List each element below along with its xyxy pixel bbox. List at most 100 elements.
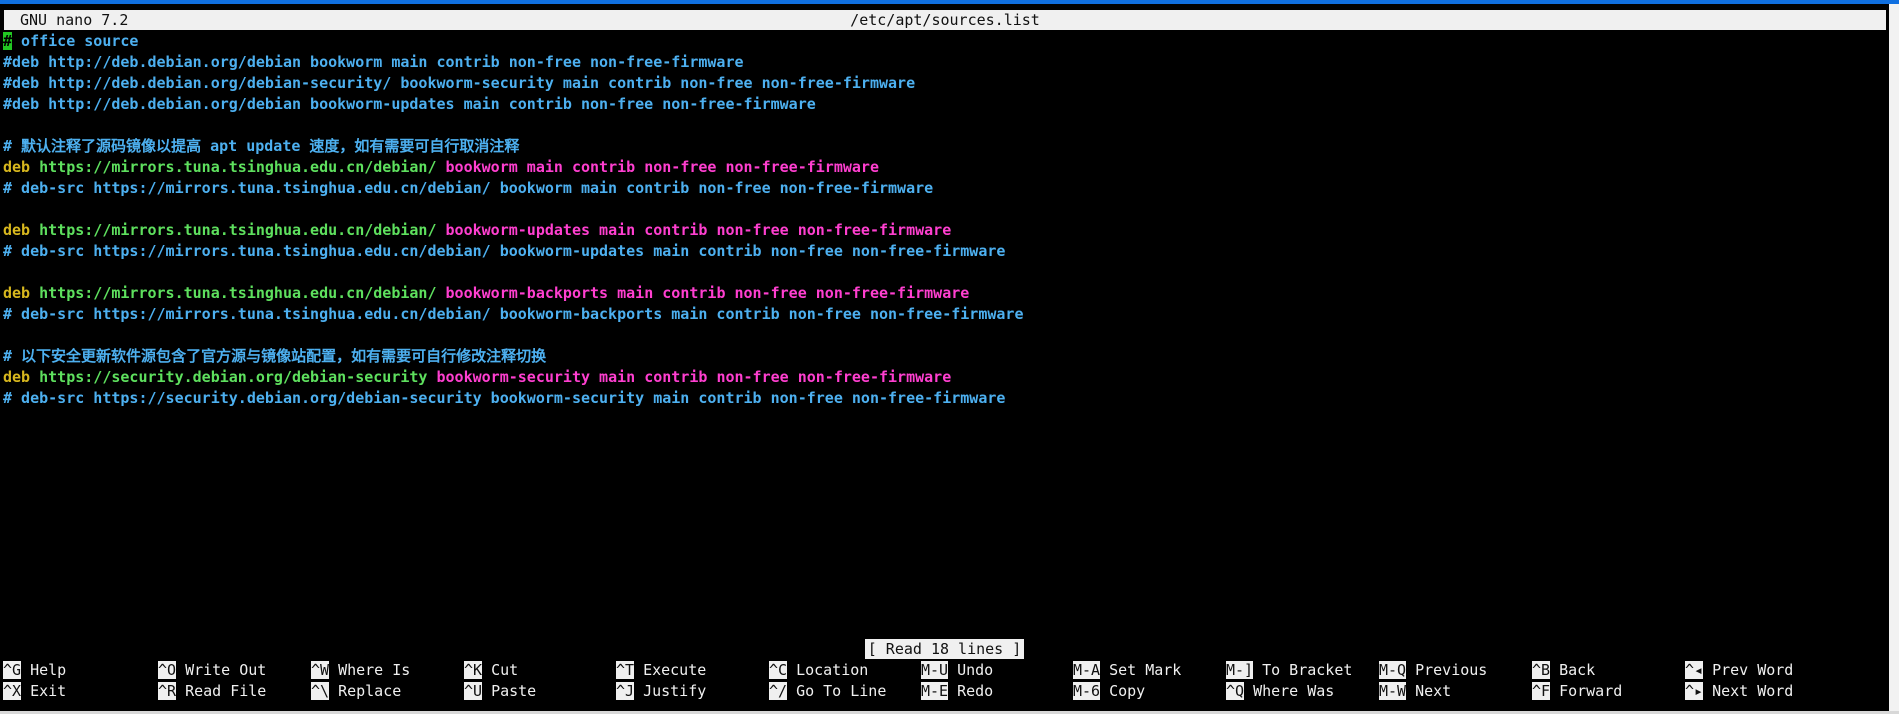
line-segment: bookworm main contrib non-free non-free-… xyxy=(436,158,880,176)
shortcut-previous[interactable]: M-Q Previous xyxy=(1379,660,1487,680)
shortcut-key: ^K xyxy=(464,661,483,679)
shortcut-back[interactable]: ^B Back xyxy=(1532,660,1595,680)
editor-line[interactable]: deb https://security.debian.org/debian-s… xyxy=(3,367,1883,388)
shortcut-label: Location xyxy=(796,661,869,679)
line-segment: #deb http://deb.debian.org/debian bookwo… xyxy=(3,95,816,113)
shortcut-go-to-line[interactable]: ^/ Go To Line xyxy=(769,681,886,701)
shortcut-key: ^\ xyxy=(311,682,330,700)
shortcut-key: M-Q xyxy=(1379,661,1407,679)
shortcut-where-is[interactable]: ^W Where Is xyxy=(311,660,410,680)
line-segment: # deb-src https://mirrors.tuna.tsinghua.… xyxy=(3,179,934,197)
line-segment: deb xyxy=(3,158,31,176)
shortcut-label: Forward xyxy=(1559,682,1623,700)
shortcut-label: Replace xyxy=(338,682,402,700)
shortcut-label: Write Out xyxy=(185,661,267,679)
shortcut-write-out[interactable]: ^O Write Out xyxy=(158,660,266,680)
editor-line[interactable]: # deb-src https://mirrors.tuna.tsinghua.… xyxy=(3,241,1883,262)
file-path: /etc/apt/sources.list xyxy=(850,11,1040,29)
shortcut-exit[interactable]: ^X Exit xyxy=(3,681,66,701)
shortcut-label: Read File xyxy=(185,682,267,700)
shortcut-key: ^/ xyxy=(769,682,788,700)
shortcut-label: Next Word xyxy=(1712,682,1794,700)
editor-line[interactable]: # office source xyxy=(3,31,1883,52)
shortcut-label: Prev Word xyxy=(1712,661,1794,679)
shortcut-to-bracket[interactable]: M-] To Bracket xyxy=(1226,660,1352,680)
shortcut-label: Where Is xyxy=(338,661,411,679)
editor-line[interactable]: # deb-src https://security.debian.org/de… xyxy=(3,388,1883,409)
line-segment: deb xyxy=(3,221,31,239)
shortcut-replace[interactable]: ^\ Replace xyxy=(311,681,401,701)
line-segment: # deb-src https://mirrors.tuna.tsinghua.… xyxy=(3,242,1006,260)
line-segment: #deb http://deb.debian.org/debian-securi… xyxy=(3,74,916,92)
shortcut-label: Back xyxy=(1559,661,1596,679)
line-segment: https://mirrors.tuna.tsinghua.edu.cn/deb… xyxy=(30,284,437,302)
line-segment: https://mirrors.tuna.tsinghua.edu.cn/deb… xyxy=(30,221,437,239)
shortcut-key: ^R xyxy=(158,682,177,700)
shortcut-execute[interactable]: ^T Execute xyxy=(616,660,706,680)
shortcut-label: Justify xyxy=(643,682,707,700)
line-segment: bookworm-backports main contrib non-free… xyxy=(436,284,970,302)
editor-line[interactable]: # 默认注释了源码镜像以提高 apt update 速度，如有需要可自行取消注释 xyxy=(3,136,1883,157)
shortcut-label: Execute xyxy=(643,661,707,679)
shortcut-key: ^J xyxy=(616,682,635,700)
editor-line[interactable]: # deb-src https://mirrors.tuna.tsinghua.… xyxy=(3,304,1883,325)
line-segment: deb xyxy=(3,284,31,302)
editor-buffer[interactable]: # office source #deb http://deb.debian.or… xyxy=(3,31,1883,409)
editor-line[interactable] xyxy=(3,199,1883,220)
shortcut-label: Paste xyxy=(491,682,537,700)
editor-line[interactable]: #deb http://deb.debian.org/debian-securi… xyxy=(3,73,1883,94)
line-segment: #deb http://deb.debian.org/debian bookwo… xyxy=(3,53,744,71)
shortcut-label: Exit xyxy=(30,682,67,700)
shortcut-location[interactable]: ^C Location xyxy=(769,660,868,680)
shortcut-where-was[interactable]: ^Q Where Was xyxy=(1226,681,1334,701)
shortcut-copy[interactable]: M-6 Copy xyxy=(1073,681,1145,701)
shortcut-label: Undo xyxy=(957,661,994,679)
editor-line[interactable] xyxy=(3,115,1883,136)
shortcut-key: M-] xyxy=(1226,661,1254,679)
shortcut-read-file[interactable]: ^R Read File xyxy=(158,681,266,701)
shortcut-label: Next xyxy=(1415,682,1452,700)
shortcut-set-mark[interactable]: M-A Set Mark xyxy=(1073,660,1181,680)
shortcut-key: M-W xyxy=(1379,682,1407,700)
shortcut-label: Previous xyxy=(1415,661,1488,679)
text-cursor: # xyxy=(3,32,13,50)
editor-line[interactable]: deb https://mirrors.tuna.tsinghua.edu.cn… xyxy=(3,220,1883,241)
shortcut-forward[interactable]: ^F Forward xyxy=(1532,681,1622,701)
editor-line[interactable]: deb https://mirrors.tuna.tsinghua.edu.cn… xyxy=(3,283,1883,304)
shortcut-key: ^F xyxy=(1532,682,1551,700)
shortcut-help[interactable]: ^G Help xyxy=(3,660,66,680)
window-top-edge xyxy=(0,0,1899,4)
shortcut-undo[interactable]: M-U Undo xyxy=(921,660,993,680)
shortcut-next[interactable]: M-W Next xyxy=(1379,681,1451,701)
shortcut-prev-word[interactable]: ^◂ Prev Word xyxy=(1685,660,1793,680)
editor-line[interactable]: # deb-src https://mirrors.tuna.tsinghua.… xyxy=(3,178,1883,199)
shortcut-key: ^◂ xyxy=(1685,661,1704,679)
line-segment: bookworm-security main contrib non-free … xyxy=(427,368,952,386)
line-segment: # deb-src https://mirrors.tuna.tsinghua.… xyxy=(3,305,1024,323)
editor-line[interactable]: deb https://mirrors.tuna.tsinghua.edu.cn… xyxy=(3,157,1883,178)
editor-line[interactable] xyxy=(3,262,1883,283)
shortcut-key: ^Q xyxy=(1226,682,1245,700)
shortcut-key: M-U xyxy=(921,661,949,679)
status-message: [ Read 18 lines ] xyxy=(864,639,1025,659)
line-segment: # 以下安全更新软件源包含了官方源与镜像站配置，如有需要可自行修改注释切换 xyxy=(3,347,547,365)
shortcut-next-word[interactable]: ^▸ Next Word xyxy=(1685,681,1793,701)
line-segment: bookworm-updates main contrib non-free n… xyxy=(436,221,952,239)
shortcut-key: ^B xyxy=(1532,661,1551,679)
shortcut-cut[interactable]: ^K Cut xyxy=(464,660,518,680)
shortcut-key: ^▸ xyxy=(1685,682,1704,700)
editor-line[interactable]: # 以下安全更新软件源包含了官方源与镜像站配置，如有需要可自行修改注释切换 xyxy=(3,346,1883,367)
editor-line[interactable] xyxy=(3,325,1883,346)
shortcut-key: ^C xyxy=(769,661,788,679)
shortcut-key: M-6 xyxy=(1073,682,1101,700)
editor-line[interactable]: #deb http://deb.debian.org/debian bookwo… xyxy=(3,52,1883,73)
line-segment: office source xyxy=(12,32,139,50)
status-bar: [ Read 18 lines ] xyxy=(0,639,1889,659)
line-segment: deb xyxy=(3,368,31,386)
line-segment: # 默认注释了源码镜像以提高 apt update 速度，如有需要可自行取消注释 xyxy=(3,137,520,155)
scrollbar-strip[interactable] xyxy=(1889,4,1899,714)
shortcut-justify[interactable]: ^J Justify xyxy=(616,681,706,701)
shortcut-redo[interactable]: M-E Redo xyxy=(921,681,993,701)
shortcut-paste[interactable]: ^U Paste xyxy=(464,681,536,701)
editor-line[interactable]: #deb http://deb.debian.org/debian bookwo… xyxy=(3,94,1883,115)
